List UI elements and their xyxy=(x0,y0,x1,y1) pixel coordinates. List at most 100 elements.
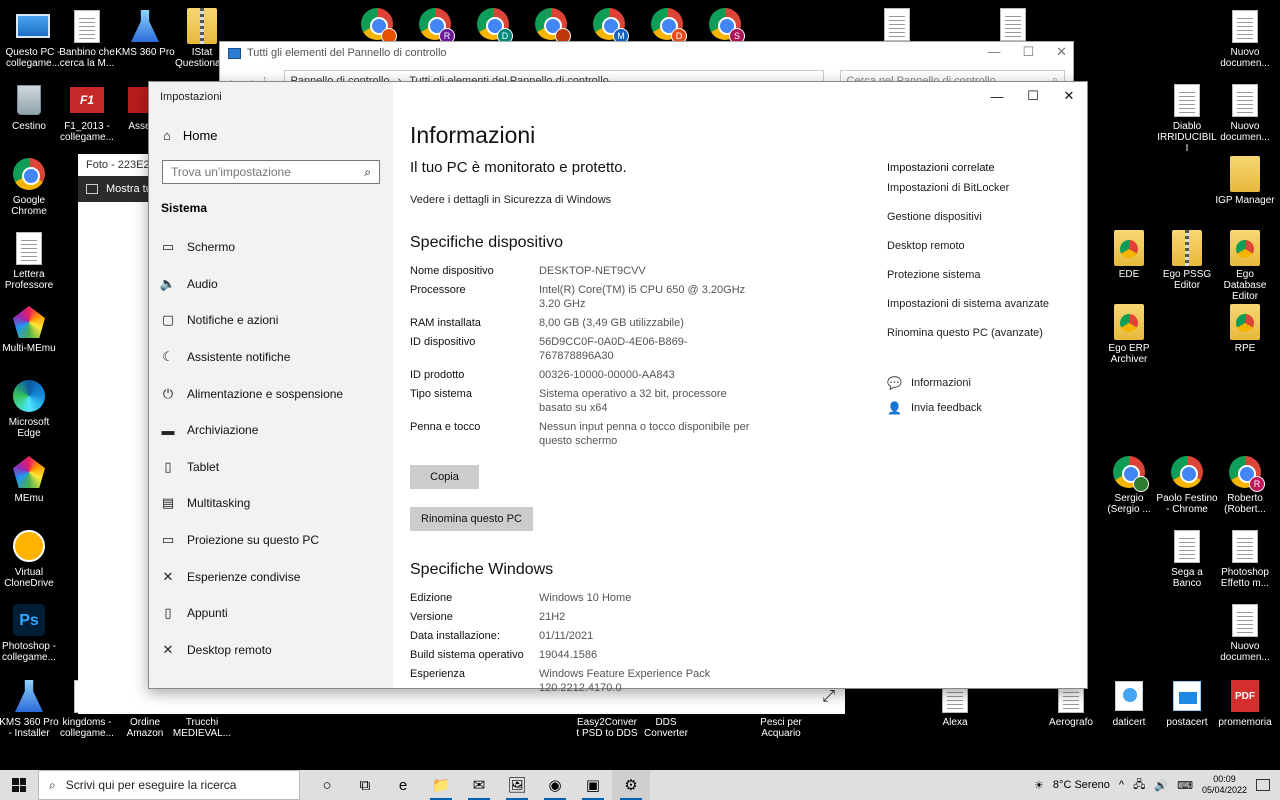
desktop-icon-chrome-top-2[interactable]: R xyxy=(404,6,466,45)
help-links-list: 💬 Informazioni 👤 Invia feedback xyxy=(887,376,1087,415)
control-panel-titlebar[interactable]: Tutti gli elementi del Pannello di contr… xyxy=(220,42,1073,64)
weather-text[interactable]: 8°C Sereno xyxy=(1053,779,1110,791)
maximize-icon[interactable]: ☐ xyxy=(1022,44,1034,60)
taskbar-app-task-view[interactable]: ⧉ xyxy=(346,770,384,800)
related-link[interactable]: Gestione dispositivi xyxy=(887,211,1087,223)
desktop-icon-roberto[interactable]: R Roberto (Robert... xyxy=(1214,454,1276,515)
sidebar-item-assistente-notifiche[interactable]: ☾ Assistente notifiche xyxy=(149,339,393,376)
minimize-icon[interactable]: — xyxy=(979,82,1015,110)
help-link[interactable]: 👤 Invia feedback xyxy=(887,401,1087,415)
home-nav-item[interactable]: ⌂ Home xyxy=(149,116,393,154)
sidebar-item-audio[interactable]: 🔈 Audio xyxy=(149,266,393,303)
spec-row: Edizione Windows 10 Home xyxy=(410,591,850,605)
desktop-icon-label: Ego Database Editor xyxy=(1223,269,1267,302)
related-link[interactable]: Impostazioni di BitLocker xyxy=(887,182,1087,194)
desktop-icon-igp-manager[interactable]: IGP Manager xyxy=(1214,156,1276,206)
copy-button[interactable]: Copia xyxy=(410,465,479,489)
sidebar-item-appunti[interactable]: ▯ Appunti xyxy=(149,595,393,632)
desktop-icon-f1-2013[interactable]: F1 F1_2013 - collegame... xyxy=(56,82,118,143)
volume-icon[interactable]: 🔊 xyxy=(1154,779,1168,792)
desktop-icon-photoshop[interactable]: Ps Photoshop - collegame... xyxy=(0,602,60,663)
taskbar-search-input[interactable] xyxy=(65,778,286,792)
taskbar-app-explorer[interactable]: 📁 xyxy=(422,770,460,800)
desktop-icon-banbino[interactable]: Banbino che cerca la M... xyxy=(56,8,118,69)
taskbar-app-control-panel[interactable]: ▣ xyxy=(574,770,612,800)
related-link[interactable]: Rinomina questo PC (avanzate) xyxy=(887,327,1087,339)
taskbar-app-cortana[interactable]: ○ xyxy=(308,770,346,800)
security-details-link[interactable]: Vedere i dettagli in Sicurezza di Window… xyxy=(410,194,850,206)
desktop-icon-google-chrome[interactable]: Google Chrome xyxy=(0,156,60,217)
weather-icon: ☀ xyxy=(1034,779,1044,792)
desktop-icon-rpe[interactable]: RPE xyxy=(1214,304,1276,354)
desktop-icon-cestino[interactable]: Cestino xyxy=(0,82,60,132)
desktop-icon-lettera[interactable]: Lettera Professore xyxy=(0,230,60,291)
sidebar-item-notifiche-e-azioni[interactable]: ▢ Notifiche e azioni xyxy=(149,302,393,339)
desktop-icon-virtual-clone[interactable]: Virtual CloneDrive xyxy=(0,528,60,589)
desktop-icon-kms360[interactable]: KMS 360 Pro xyxy=(114,8,176,58)
desktop-icon-photoshop-effetto[interactable]: Photoshop Effetto m... xyxy=(1214,528,1276,589)
desktop-icon-chrome-top-1[interactable] xyxy=(346,6,408,45)
desktop-icon-daticert[interactable]: daticert xyxy=(1098,678,1160,728)
desktop-icon-postacert[interactable]: postacert xyxy=(1156,678,1218,728)
desktop-icon-doc-top-1[interactable] xyxy=(866,6,928,45)
sidebar-item-multitasking[interactable]: ▤ Multitasking xyxy=(149,485,393,522)
desktop-icon-promemoria[interactable]: PDF promemoria xyxy=(1214,678,1276,728)
settings-window[interactable]: Impostazioni ⌂ Home ⌕ Sistema ▭ Schermo 🔈 A… xyxy=(148,81,1088,694)
start-button[interactable] xyxy=(0,770,38,800)
desktop-icon-diablo[interactable]: Diablo IRRIDUCIBILI xyxy=(1156,82,1218,154)
desktop-icon-nuovo-doc-3[interactable]: Nuovo documen... xyxy=(1214,602,1276,663)
related-link[interactable]: Desktop remoto xyxy=(887,240,1087,252)
desktop-icon-ede[interactable]: EDE xyxy=(1098,230,1160,280)
chevron-up-icon[interactable]: ^ xyxy=(1119,779,1124,791)
spec-row: Processore Intel(R) Core(TM) i5 CPU 650 @… xyxy=(410,283,850,311)
network-icon[interactable]: 🖧 xyxy=(1133,776,1145,795)
sidebar-item-schermo[interactable]: ▭ Schermo xyxy=(149,229,393,266)
desktop-icon-chrome-top-5[interactable]: M xyxy=(578,6,640,45)
sidebar-item-esperienze-condivise[interactable]: ✕ Esperienze condivise xyxy=(149,558,393,595)
keyboard-icon[interactable]: ⌨ xyxy=(1177,779,1193,792)
sidebar-item-archiviazione[interactable]: ▬ Archiviazione xyxy=(149,412,393,449)
desktop-icon-ego-db[interactable]: Ego Database Editor xyxy=(1214,230,1276,302)
desktop-icon-multi-memu[interactable]: Multi-MEmu xyxy=(0,304,60,354)
taskbar-app-edge[interactable]: e xyxy=(384,770,422,800)
desktop-icon-chrome-top-3[interactable]: D xyxy=(462,6,524,45)
taskbar-app-mail[interactable]: ✉ xyxy=(460,770,498,800)
storage-icon: ▬ xyxy=(161,422,175,438)
desktop-icon-nuovo-doc-1[interactable]: Nuovo documen... xyxy=(1214,8,1276,69)
taskbar-app-photos[interactable]: 🖼 xyxy=(498,770,536,800)
desktop-icon-chrome-top-4[interactable] xyxy=(520,6,582,45)
desktop-icon-doc-top-2[interactable] xyxy=(982,6,1044,45)
taskbar-app-chrome[interactable]: ◉ xyxy=(536,770,574,800)
rename-pc-button[interactable]: Rinomina questo PC xyxy=(410,507,533,531)
related-link[interactable]: Protezione sistema xyxy=(887,269,1087,281)
clock[interactable]: 00:09 05/04/2022 xyxy=(1202,774,1247,796)
close-icon[interactable]: ✕ xyxy=(1051,82,1087,110)
desktop-icon-chrome-top-6[interactable]: D xyxy=(636,6,698,45)
desktop-icon-questo-pc[interactable]: Questo PC - collegame... xyxy=(2,8,64,69)
close-icon[interactable]: ✕ xyxy=(1056,44,1067,60)
desktop-icon-kms360-installer[interactable]: KMS 360 Pro - Installer xyxy=(0,678,60,739)
desktop-icon-ego-erp[interactable]: Ego ERP Archiver xyxy=(1098,304,1160,365)
maximize-icon[interactable]: ☐ xyxy=(1015,82,1051,110)
desktop-icon-ego-pssg[interactable]: Ego PSSG Editor xyxy=(1156,230,1218,291)
desktop-icon-chrome-top-7[interactable]: S xyxy=(694,6,756,45)
desktop-icon-ms-edge[interactable]: Microsoft Edge xyxy=(0,378,60,439)
settings-search-input[interactable] xyxy=(171,165,351,179)
desktop-icon-nuovo-doc-2[interactable]: Nuovo documen... xyxy=(1214,82,1276,143)
notification-center-icon[interactable] xyxy=(1256,779,1270,791)
sidebar-item-tablet[interactable]: ▯ Tablet xyxy=(149,449,393,486)
taskbar-app-settings[interactable]: ⚙ xyxy=(612,770,650,800)
desktop-icon-sega-banco[interactable]: Sega a Banco xyxy=(1156,528,1218,589)
sidebar-item-alimentazione-e-sospensione[interactable]: ⏻ Alimentazione e sospensione xyxy=(149,375,393,412)
settings-search[interactable]: ⌕ xyxy=(162,160,380,184)
desktop-icon-sergio[interactable]: Sergio (Sergio ... xyxy=(1098,454,1160,515)
sidebar-item-desktop-remoto[interactable]: ✕ Desktop remoto xyxy=(149,632,393,669)
help-link[interactable]: 💬 Informazioni xyxy=(887,376,1087,390)
desktop-icon-memu[interactable]: MEmu xyxy=(0,454,60,504)
desktop-icon-paolo[interactable]: Paolo Festino - Chrome xyxy=(1156,454,1218,515)
sidebar-item-proiezione-su-questo-pc[interactable]: ▭ Proiezione su questo PC xyxy=(149,522,393,559)
related-link[interactable]: Impostazioni di sistema avanzate xyxy=(887,298,1087,310)
taskbar-search[interactable]: ⌕ xyxy=(38,770,300,800)
minimize-icon[interactable]: — xyxy=(987,44,1000,60)
sidebar-item-label: Assistente notifiche xyxy=(187,350,291,365)
